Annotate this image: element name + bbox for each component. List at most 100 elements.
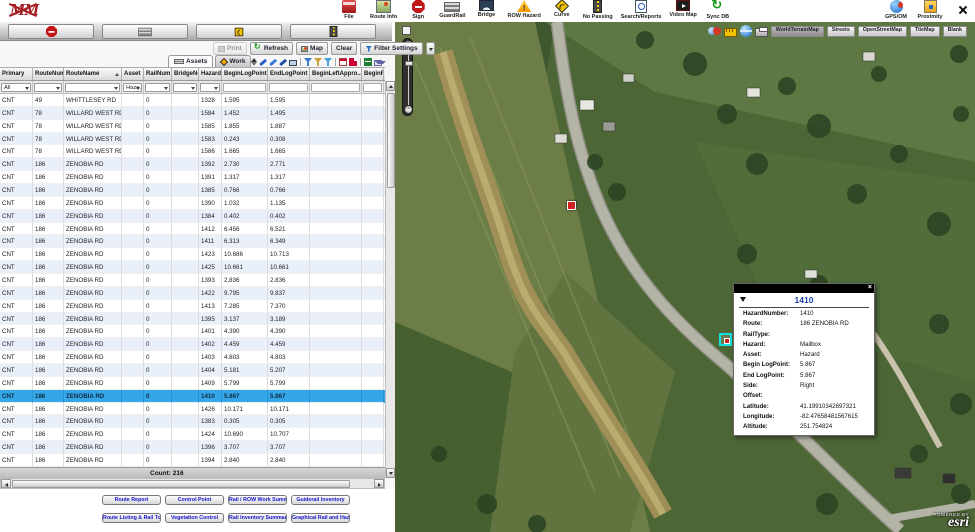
table-row[interactable]: CNT186ZENOBIA RD014045.1815.207	[0, 364, 385, 377]
export-pdf-icon[interactable]	[349, 58, 357, 66]
column-header-beginlogpoint[interactable]: BeginLogPoint	[222, 68, 268, 80]
table-row[interactable]: CNT186ZENOBIA RD014034.8034.803	[0, 351, 385, 364]
scroll-left-button[interactable]	[1, 479, 11, 488]
scroll-right-button[interactable]	[374, 479, 384, 488]
filter-icon[interactable]	[304, 58, 312, 66]
toolbar-item-file[interactable]: File	[336, 0, 362, 20]
table-row[interactable]: CNT186ZENOBIA RD0142510.66110.661	[0, 261, 385, 274]
toolbar-item-gps-om[interactable]: GPS/OM	[883, 0, 909, 20]
quick-button-stop-sign-icon[interactable]	[8, 24, 94, 39]
report-button-graphical-rail-and-hazard[interactable]: Graphical Rail and Hazard	[291, 513, 350, 523]
report-button-guiderail-inventory[interactable]: Guiderail Inventory	[291, 495, 350, 505]
globe-icon[interactable]	[740, 25, 752, 37]
filter-edit-icon[interactable]	[314, 58, 322, 66]
map-fullscreen-icon[interactable]	[402, 26, 411, 35]
table-row[interactable]: CNT49WHITTLESEY RD013281.5951.595	[0, 94, 385, 107]
toolbar-item-no-passing[interactable]: No Passing	[583, 0, 613, 20]
filter-settings-dropdown[interactable]	[426, 42, 435, 55]
filter-input-beginlogpoint[interactable]	[223, 83, 266, 92]
report-button-rail-inventory-summary[interactable]: Rail Inventory Summary	[228, 513, 287, 523]
report-button-vegetation-control[interactable]: Vegetation Control	[165, 513, 224, 523]
toolbar-item-video-map[interactable]: Video Map	[669, 0, 696, 20]
quick-button-curve-sign-icon[interactable]	[196, 24, 282, 39]
hazard-marker[interactable]	[567, 201, 576, 210]
filter-clear-icon[interactable]	[324, 58, 332, 66]
toolbar-item-curve[interactable]: Curve	[549, 0, 575, 20]
vertical-scroll-thumb[interactable]	[387, 93, 395, 188]
toolbar-item-route-info[interactable]: Route Info	[370, 0, 397, 20]
table-row[interactable]: CNT78WILLARD WEST RD015830.2430.308	[0, 133, 385, 146]
filter-dropdown-routenum[interactable]	[34, 83, 62, 92]
column-header-hazardn[interactable]: HazardN	[199, 68, 222, 80]
toolbar-item-search-reports[interactable]: Search/Reports	[621, 0, 662, 20]
quick-button-guardrail-icon[interactable]	[102, 24, 188, 39]
print-button[interactable]: Print	[213, 42, 247, 55]
table-row[interactable]: CNT78WILLARD WEST RD015851.8551.887	[0, 120, 385, 133]
table-row[interactable]: CNT78WILLARD WEST RD015861.6651.665	[0, 145, 385, 158]
filter-settings-button[interactable]: Filter Settings	[360, 42, 422, 55]
table-row[interactable]: CNT186ZENOBIA RD0142610.17110.171	[0, 403, 385, 416]
tab-work[interactable]: Work	[215, 55, 251, 67]
table-row[interactable]: CNT186ZENOBIA RD014229.7959.837	[0, 287, 385, 300]
basemap-button-streets[interactable]: Streets	[827, 26, 855, 37]
map-button[interactable]: Map	[296, 42, 328, 55]
export-excel-icon[interactable]	[364, 58, 372, 66]
column-header-railnum[interactable]: RailNum	[144, 68, 172, 80]
basemap-button-tilemap[interactable]: TileMap	[910, 26, 940, 37]
table-row[interactable]: CNT186ZENOBIA RD013901.0321.135	[0, 197, 385, 210]
toolbar-item-guardrail[interactable]: GuardRail	[439, 0, 465, 20]
table-row[interactable]: CNT186ZENOBIA RD014137.2857.370	[0, 300, 385, 313]
column-header-routenum[interactable]: RouteNum	[33, 68, 64, 80]
report-button-control-point[interactable]: Control Point	[165, 495, 224, 505]
table-row[interactable]: CNT186ZENOBIA RD013942.8402.840	[0, 454, 385, 467]
toolbar-item-row-hazard[interactable]: ROW Hazard	[508, 0, 541, 20]
toolbar-item-sign[interactable]: Sign	[405, 0, 431, 20]
close-icon[interactable]: ×	[868, 284, 872, 292]
table-row[interactable]: CNT186ZENOBIA RD013932.8362.836	[0, 274, 385, 287]
horizontal-scrollbar[interactable]	[0, 478, 385, 489]
sort-icon[interactable]	[249, 58, 257, 66]
table-row[interactable]: CNT186ZENOBIA RD014014.3904.390	[0, 325, 385, 338]
refresh-button[interactable]: Refresh	[250, 42, 293, 55]
scroll-down-button[interactable]	[386, 468, 395, 478]
edit-pen3-icon[interactable]	[279, 58, 287, 66]
column-header-endlogpoint[interactable]: EndLogPoint	[268, 68, 310, 80]
table-row[interactable]: CNT186ZENOBIA RD013953.1373.189	[0, 313, 385, 326]
column-header-routename[interactable]: RouteName	[64, 68, 122, 80]
table-row[interactable]: CNT186ZENOBIA RD0142310.68610.713	[0, 248, 385, 261]
table-row[interactable]: CNT186ZENOBIA RD014095.7995.799	[0, 377, 385, 390]
filter-dropdown-hazardn[interactable]	[200, 83, 220, 92]
table-row[interactable]: CNT186ZENOBIA RD013922.7302.771	[0, 158, 385, 171]
filter-dropdown-routename[interactable]	[65, 83, 120, 92]
report-button-route-report[interactable]: Route Report	[102, 495, 161, 505]
column-header-primary[interactable]: Primary	[0, 68, 33, 80]
expand-icon[interactable]	[956, 3, 969, 16]
screen-icon[interactable]	[289, 60, 297, 66]
filter-dropdown-primary[interactable]: All	[1, 83, 31, 92]
report-doc-icon[interactable]	[339, 58, 347, 66]
table-row[interactable]: CNT186ZENOBIA RD013911.3171.317	[0, 171, 385, 184]
table-row[interactable]: CNT186ZENOBIA RD014024.4594.459	[0, 338, 385, 351]
selected-hazard-marker[interactable]	[719, 333, 732, 346]
map-view[interactable]: + - WorldTerrainMapStreetsOpenStreetMapT…	[395, 22, 975, 532]
tab-assets[interactable]: Assets	[168, 55, 213, 67]
horizontal-scroll-thumb[interactable]	[12, 480, 350, 488]
toolbar-item-sync-db[interactable]: Sync DB	[705, 0, 731, 20]
table-row[interactable]: CNT186ZENOBIA RD014105.8675.867	[0, 390, 385, 403]
edit-pen-icon[interactable]	[259, 58, 267, 66]
table-row[interactable]: CNT186ZENOBIA RD014116.3136.349	[0, 235, 385, 248]
basemap-button-openstreetmap[interactable]: OpenStreetMap	[858, 26, 907, 37]
table-row[interactable]: CNT186ZENOBIA RD0142410.69010.707	[0, 428, 385, 441]
table-row[interactable]: CNT186ZENOBIA RD013840.4020.402	[0, 210, 385, 223]
filter-dropdown-bridgeno[interactable]	[173, 83, 197, 92]
basemap-button-blank[interactable]: Blank	[943, 26, 967, 37]
report-button-route-listing-rail-totals[interactable]: Route Listing & Rail Totals	[102, 513, 161, 523]
clear-button[interactable]: Clear	[331, 42, 357, 55]
ruler-icon[interactable]	[724, 28, 737, 37]
filter-input-endlogpoint[interactable]	[269, 83, 308, 92]
measure-icon[interactable]	[708, 25, 721, 37]
filter-dropdown-asset[interactable]: Haza...	[123, 83, 142, 92]
filter-dropdown-railnum[interactable]	[145, 83, 170, 92]
report-button-rail-row-work-summary[interactable]: Rail / ROW Work Summary	[228, 495, 287, 505]
collapse-triangle-icon[interactable]	[740, 297, 746, 302]
